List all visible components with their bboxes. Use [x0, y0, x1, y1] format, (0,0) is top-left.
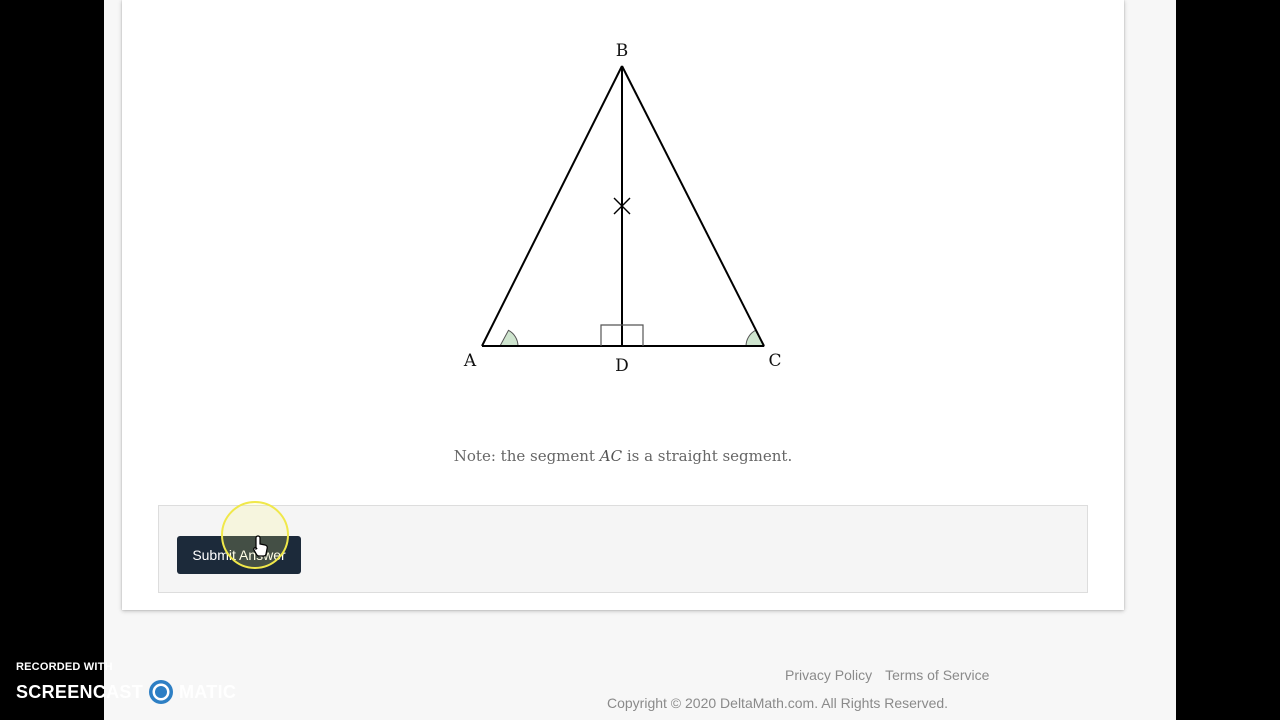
note-suffix: is a straight segment.: [622, 447, 793, 465]
privacy-policy-link[interactable]: Privacy Policy: [785, 667, 872, 683]
submit-bar: Submit Answer: [158, 505, 1088, 593]
label-b: B: [616, 41, 629, 61]
triangle-figure: B A C D: [463, 41, 782, 376]
record-icon: [149, 680, 174, 704]
angle-mark-c: [745, 329, 765, 347]
note-segment: AC: [599, 447, 623, 465]
note-prefix: Note: the segment: [453, 447, 600, 465]
brand-left: SCREENCAST: [16, 681, 144, 702]
problem-note: Note: the segment AC is a straight segme…: [122, 447, 1124, 465]
footer-links: Privacy Policy Terms of Service: [785, 667, 1002, 683]
terms-of-service-link[interactable]: Terms of Service: [885, 667, 989, 683]
side-ab: [481, 65, 623, 347]
screencast-logo: SCREENCAST MATIC: [16, 677, 236, 707]
side-bc: [621, 65, 765, 347]
label-c: C: [768, 351, 781, 371]
label-a: A: [463, 351, 477, 371]
browser-viewport: B A C D Note: the segment AC is a straig…: [104, 0, 1176, 720]
brand-right: MATIC: [179, 681, 237, 702]
submit-answer-button[interactable]: Submit Answer: [177, 536, 301, 574]
label-d: D: [615, 356, 629, 376]
recorded-with-label: RECORDED WITH: [16, 661, 113, 673]
copyright-text: Copyright © 2020 DeltaMath.com. All Righ…: [607, 695, 949, 711]
angle-mark-a: [499, 329, 519, 347]
problem-card: B A C D Note: the segment AC is a straig…: [122, 0, 1124, 610]
